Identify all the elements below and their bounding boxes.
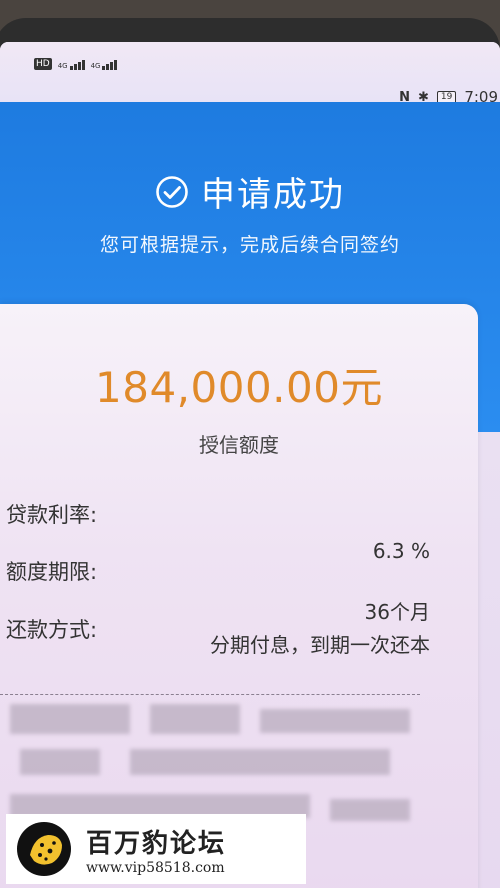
term-label: 额度期限: (6, 560, 98, 584)
repayment-method-value: 分期付息，到期一次还本 (210, 633, 430, 657)
check-circle-icon (156, 175, 188, 208)
forum-url: www.vip58518.com (86, 859, 225, 876)
page-title: 申请成功 (201, 175, 345, 215)
signal-icon: 4G (58, 60, 85, 70)
interest-rate-label: 贷款利率: (6, 503, 98, 527)
term-value: 36个月 (364, 600, 430, 624)
phone-screen: HD 4G 4G N ✱ 19 7:09 申请成功 您可根据提示，完成后续合同签 (0, 42, 500, 888)
credit-amount-label: 授信额度 (199, 433, 279, 457)
status-bar-left: HD 4G 4G (34, 58, 118, 70)
hd-badge: HD (34, 58, 52, 70)
signal-label: 4G (57, 62, 68, 70)
page-subtitle: 您可根据提示，完成后续合同签约 (99, 234, 400, 256)
credit-card: 184,000.00元 授信额度 贷款利率: 6.3 % 额度期限: 36个月 … (0, 304, 478, 888)
leopard-logo-icon (17, 822, 71, 876)
signal-label: 4G (90, 62, 101, 70)
dashed-divider (0, 694, 420, 695)
credit-amount: 184,000.00元 (95, 363, 383, 412)
watermark-text: 百万豹论坛 www.vip58518.com (86, 823, 226, 876)
title-row: 申请成功 (0, 167, 500, 216)
repayment-method-label: 还款方式: (6, 618, 98, 642)
signal-icon: 4G (91, 60, 118, 70)
forum-name: 百万豹论坛 (86, 828, 227, 859)
interest-rate-value: 6.3 % (372, 539, 430, 563)
forum-watermark: 百万豹论坛 www.vip58518.com (6, 814, 306, 884)
